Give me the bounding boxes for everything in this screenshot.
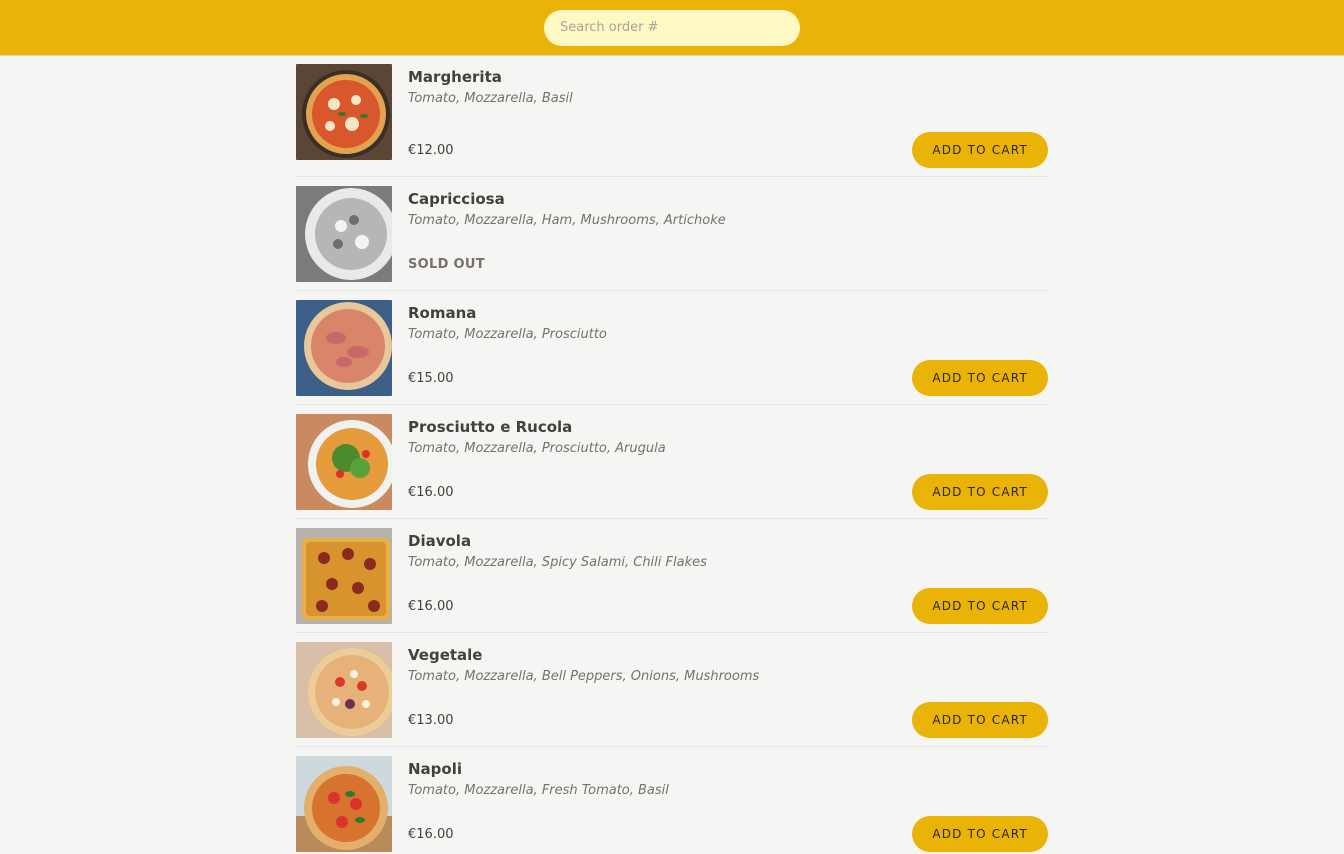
pizza-price: €16.00: [408, 826, 454, 842]
pizza-price: €12.00: [408, 142, 454, 158]
pizza-name: Napoli: [408, 760, 463, 778]
pizza-image: [296, 414, 392, 510]
pizza-ingredients: Tomato, Mozzarella, Prosciutto: [408, 327, 607, 342]
menu-list: Margherita Tomato, Mozzarella, Basil €12…: [296, 56, 1048, 854]
pizza-name: Diavola: [408, 532, 472, 550]
pizza-price: €15.00: [408, 370, 454, 386]
menu-item: Prosciutto e Rucola Tomato, Mozzarella, …: [296, 406, 1048, 519]
menu-item: Margherita Tomato, Mozzarella, Basil €12…: [296, 64, 1048, 177]
pizza-ingredients: Tomato, Mozzarella, Bell Peppers, Onions…: [408, 669, 760, 684]
add-to-cart-button[interactable]: ADD TO CART: [912, 474, 1048, 510]
top-bar: [0, 0, 1344, 56]
add-to-cart-button[interactable]: ADD TO CART: [912, 816, 1048, 852]
menu-item: Diavola Tomato, Mozzarella, Spicy Salami…: [296, 520, 1048, 633]
pizza-image: [296, 756, 392, 852]
pizza-ingredients: Tomato, Mozzarella, Fresh Tomato, Basil: [408, 783, 669, 798]
pizza-name: Romana: [408, 304, 477, 322]
search-order-input[interactable]: [544, 9, 800, 46]
add-to-cart-button[interactable]: ADD TO CART: [912, 588, 1048, 624]
pizza-name: Capricciosa: [408, 190, 505, 208]
add-to-cart-button[interactable]: ADD TO CART: [912, 360, 1048, 396]
pizza-ingredients: Tomato, Mozzarella, Prosciutto, Arugula: [408, 441, 666, 456]
menu-item: Capricciosa Tomato, Mozzarella, Ham, Mus…: [296, 178, 1048, 291]
pizza-image: [296, 186, 392, 282]
pizza-ingredients: Tomato, Mozzarella, Ham, Mushrooms, Arti…: [408, 213, 726, 228]
pizza-ingredients: Tomato, Mozzarella, Spicy Salami, Chili …: [408, 555, 707, 570]
menu-item: Vegetale Tomato, Mozzarella, Bell Pepper…: [296, 634, 1048, 747]
pizza-image: [296, 528, 392, 624]
sold-out-label: SOLD OUT: [408, 256, 485, 272]
pizza-name: Prosciutto e Rucola: [408, 418, 573, 436]
pizza-price: €16.00: [408, 484, 454, 500]
add-to-cart-button[interactable]: ADD TO CART: [912, 702, 1048, 738]
menu-item: Napoli Tomato, Mozzarella, Fresh Tomato,…: [296, 748, 1048, 854]
pizza-price: €13.00: [408, 712, 454, 728]
pizza-name: Vegetale: [408, 646, 483, 664]
pizza-price: €16.00: [408, 598, 454, 614]
add-to-cart-button[interactable]: ADD TO CART: [912, 132, 1048, 168]
menu-item: Romana Tomato, Mozzarella, Prosciutto €1…: [296, 292, 1048, 405]
pizza-ingredients: Tomato, Mozzarella, Basil: [408, 91, 573, 106]
pizza-image: [296, 300, 392, 396]
pizza-name: Margherita: [408, 68, 502, 86]
pizza-image: [296, 642, 392, 738]
pizza-image: [296, 64, 392, 160]
